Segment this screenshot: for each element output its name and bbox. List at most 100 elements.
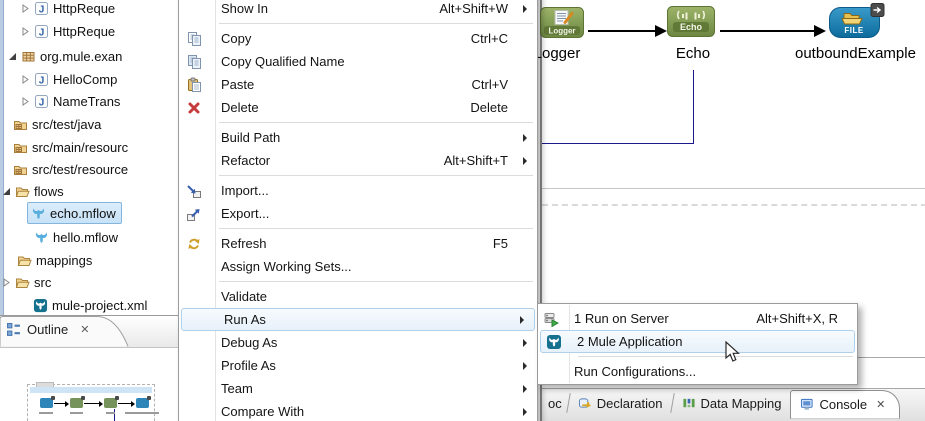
menu-item-delete[interactable]: Delete Delete — [179, 96, 537, 119]
thumb-node — [70, 396, 85, 408]
menu-item-run-as[interactable]: Run As — [181, 308, 535, 331]
source-folder-icon — [14, 143, 27, 153]
flow-node-outbound-file[interactable]: FILE — [828, 3, 886, 44]
flow-arrowhead — [655, 25, 667, 37]
menu-item-debug-as[interactable]: Debug As — [179, 331, 537, 354]
export-icon — [179, 206, 209, 222]
copy-icon — [179, 31, 209, 47]
menu-item-copy[interactable]: Copy Ctrl+C — [179, 27, 537, 50]
menu-separator — [179, 172, 537, 179]
close-icon[interactable]: ✕ — [876, 398, 885, 411]
tree-item-label: flows — [34, 183, 64, 199]
mule-flow-icon — [32, 207, 45, 219]
tree-item-hello-mflow[interactable]: hello.mflow — [3, 226, 118, 248]
menu-item-refactor[interactable]: Refactor Alt+Shift+T — [179, 149, 537, 172]
expand-collapsed-icon[interactable] — [22, 74, 31, 84]
tab-label: oc — [548, 396, 562, 411]
expand-expanded-icon[interactable] — [3, 187, 12, 196]
menu-item-build-path[interactable]: Build Path — [179, 126, 537, 149]
folder-open-icon — [17, 256, 32, 266]
expand-expanded-icon[interactable] — [9, 52, 18, 61]
flow-connector-horizontal — [542, 143, 693, 144]
submenu-item-mule-application[interactable]: 2 Mule Application — [540, 330, 855, 353]
mouse-cursor — [725, 341, 740, 362]
tree-item-hellocomp[interactable]: J HelloComp — [3, 68, 117, 90]
close-icon[interactable]: ✕ — [80, 323, 89, 336]
run-as-submenu: 1 Run on Server Alt+Shift+X, R 2 Mule Ap… — [537, 303, 858, 385]
menu-item-team[interactable]: Team — [179, 377, 537, 400]
tree-item-label: HelloComp — [53, 71, 118, 87]
paste-icon — [179, 77, 209, 93]
tree-item-label: NameTrans — [53, 93, 121, 109]
tree-item-mule-project-xml[interactable]: mule-project.xml — [3, 294, 147, 315]
menu-item-compare-with[interactable]: Compare With — [179, 400, 537, 421]
tree-item-src-main-resources[interactable]: src/main/resourc — [3, 136, 128, 158]
tab-console[interactable]: Console ✕ — [790, 390, 901, 419]
tree-item-mappings[interactable]: mappings — [3, 249, 92, 271]
tab-data-mapping[interactable]: Data Mapping — [673, 390, 791, 417]
console-icon — [801, 398, 814, 410]
data-mapping-icon — [682, 398, 695, 408]
tree-item-package[interactable]: org.mule.exan — [3, 45, 122, 67]
tree-item-label: hello.mflow — [53, 229, 119, 245]
source-folder-icon — [14, 165, 27, 175]
tree-item-src-test-java[interactable]: src/test/java — [3, 113, 101, 135]
svg-text:J: J — [39, 27, 45, 38]
tree-item-httpreque-1[interactable]: J HttpReque — [3, 0, 115, 19]
submenu-item-run-on-server[interactable]: 1 Run on Server Alt+Shift+X, R — [538, 307, 857, 330]
tab-declaration[interactable]: Declaration — [569, 390, 672, 417]
expand-collapsed-icon[interactable] — [22, 26, 31, 36]
submenu-item-run-configurations[interactable]: Run Configurations... — [538, 360, 857, 383]
java-class-icon: J — [35, 94, 48, 108]
mule-application-icon — [541, 334, 567, 350]
outline-icon — [7, 322, 20, 336]
svg-text:J: J — [39, 97, 45, 108]
expand-collapsed-icon[interactable] — [22, 3, 31, 13]
menu-separator — [179, 278, 537, 285]
tree-item-nametrans[interactable]: J NameTrans — [3, 90, 120, 112]
context-menu: Show In Alt+Shift+W Copy Ctrl+C Copy Qua… — [178, 0, 538, 421]
tree-item-echo-mflow[interactable]: echo.mflow — [27, 202, 122, 224]
menu-item-refresh[interactable]: Refresh F5 — [179, 232, 537, 255]
thumb-title-bar — [30, 387, 152, 393]
tree-item-src-test-resources[interactable]: src/test/resource — [3, 158, 128, 180]
import-icon — [179, 183, 209, 199]
menu-item-profile-as[interactable]: Profile As — [179, 354, 537, 377]
tab-partial-oc[interactable]: oc — [542, 390, 568, 417]
tree-item-httpreque-2[interactable]: J HttpReque — [3, 20, 115, 42]
delete-icon — [179, 100, 209, 116]
thumb-node — [40, 396, 55, 408]
tab-label: Console — [819, 397, 868, 412]
submenu-arrow-icon — [518, 133, 532, 142]
java-class-icon: J — [35, 1, 48, 15]
tree-item-flows[interactable]: flows — [3, 180, 64, 202]
tab-label: Declaration — [596, 396, 663, 411]
menu-item-export[interactable]: Export... — [179, 202, 537, 225]
copy-icon — [179, 54, 209, 70]
editor-separator-solid — [542, 188, 925, 189]
expand-collapsed-icon[interactable] — [3, 277, 12, 287]
menu-separator — [179, 20, 537, 27]
tree-item-src[interactable]: src — [3, 271, 51, 293]
expand-collapsed-icon[interactable] — [22, 96, 31, 106]
tree-item-label: src/test/java — [32, 116, 102, 132]
tree-item-label: org.mule.exan — [40, 48, 123, 64]
submenu-arrow-icon — [518, 338, 532, 347]
tab-outline[interactable]: Outline ✕ — [7, 322, 89, 337]
flow-node-echo[interactable]: Echo — [667, 6, 715, 42]
ide-window: J HttpReque J HttpReque org.mule.exan J … — [0, 0, 925, 421]
menu-item-show-in[interactable]: Show In Alt+Shift+W — [179, 0, 537, 20]
menu-item-paste[interactable]: Paste Ctrl+V — [179, 73, 537, 96]
menu-item-copy-qualified-name[interactable]: Copy Qualified Name — [179, 50, 537, 73]
submenu-arrow-icon — [518, 361, 532, 370]
menu-item-validate[interactable]: Validate — [179, 285, 537, 308]
java-class-icon: J — [35, 24, 48, 38]
source-folder-icon — [14, 120, 27, 130]
menu-item-import[interactable]: Import... — [179, 179, 537, 202]
thumb-node — [104, 396, 119, 408]
outline-thumbnail[interactable] — [27, 382, 159, 421]
flow-node-logger[interactable]: Logger — [540, 7, 584, 43]
mule-flow-icon — [35, 231, 48, 243]
svg-text:J: J — [39, 75, 45, 86]
menu-item-assign-working-sets[interactable]: Assign Working Sets... — [179, 255, 537, 278]
